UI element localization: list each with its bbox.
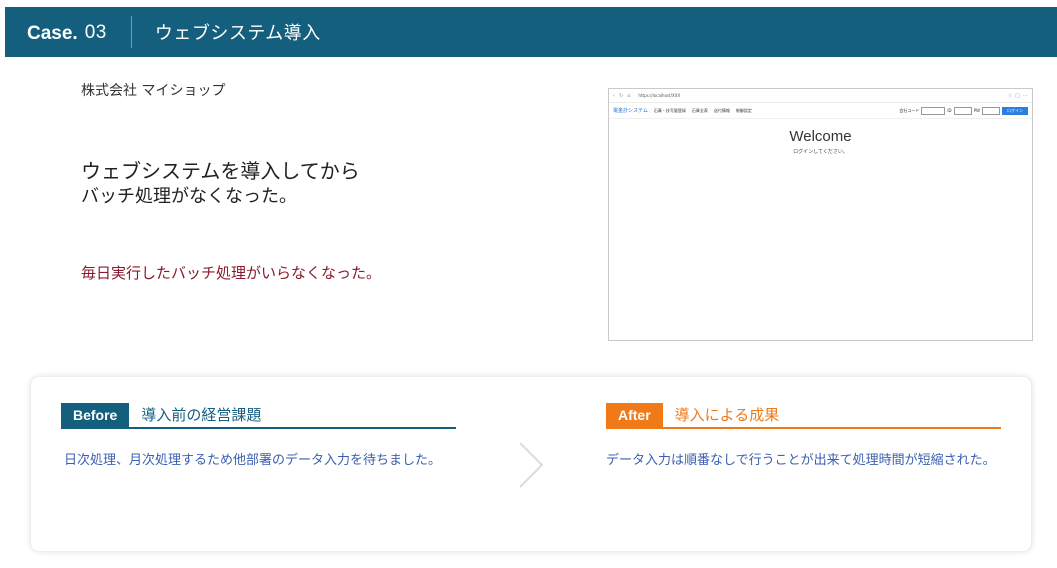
before-text: 日次処理、月次処理するため他部署のデータ入力を待ちました。 [64,453,442,468]
welcome-subtext: ログインしてください。 [793,149,848,155]
after-header: After 導入による成果 [606,403,779,427]
after-rule [606,427,1001,429]
summary-text: 毎日実行したバッチ処理がいらなくなった。 [81,264,382,282]
login-form: 会社コード ID PW ログイン [899,106,1032,115]
company-code-field [921,106,946,115]
home-icon: ⌂ [627,92,631,99]
browser-icons: ☆ □ ⋯ [1008,93,1032,99]
company-code-label: 会社コード [899,107,920,113]
header-divider [130,16,132,48]
before-tag: Before [61,403,130,427]
case-number: 03 [84,22,107,43]
headline-line1: ウェブシステムを導入してから [81,159,360,183]
before-header: Before 導入前の経営課題 [61,403,261,427]
system-screenshot: ‹ ↻ ⌂ https://localhost/XXX ☆ □ ⋯ 電金計システ… [608,88,1033,341]
pw-field [982,106,1000,115]
headline-line2: バッチ処理がなくなった。 [81,186,297,207]
extension-icon: □ [1015,92,1020,99]
id-label: ID [947,108,952,113]
menu-icon: ⋯ [1023,92,1028,99]
id-field [953,106,972,115]
app-navbar: 電金計システム 石膏・技写量登録 石膏全表 送付情報 制御設定 会社コード ID… [609,103,1032,119]
address-bar: https://localhost/XXX [638,93,681,98]
login-button: ログイン [1002,106,1028,115]
case-header: Case. 03 ウェブシステム導入 [5,7,1057,57]
nav-item: 石膏・技写量登録 [653,107,686,113]
before-rule [61,427,456,429]
nav-item: 送付情報 [713,107,730,113]
after-title: 導入による成果 [674,406,780,424]
after-text: データ入力は順番なしで行うことが出来て処理時間が短縮された。 [606,453,996,468]
star-icon: ☆ [1007,92,1013,99]
headline: ウェブシステムを導入してから バッチ処理がなくなった。 [81,158,360,210]
case-title: ウェブシステム導入 [154,23,321,44]
app-brand: 電金計システム [613,108,648,114]
welcome-heading: Welcome [789,128,852,145]
browser-toolbar: ‹ ↻ ⌂ https://localhost/XXX ☆ □ ⋯ [609,89,1032,103]
after-tag: After [606,403,663,427]
nav-item: 制御設定 [735,107,752,113]
arrow-right-icon [519,442,544,488]
before-title: 導入前の経営課題 [141,406,262,424]
back-icon: ‹ [613,92,615,99]
company-name: 株式会社 マイショップ [81,83,226,99]
nav-item: 石膏全表 [691,107,708,113]
case-label: Case. [27,23,78,44]
pw-label: PW [973,108,980,113]
refresh-icon: ↻ [619,92,624,99]
